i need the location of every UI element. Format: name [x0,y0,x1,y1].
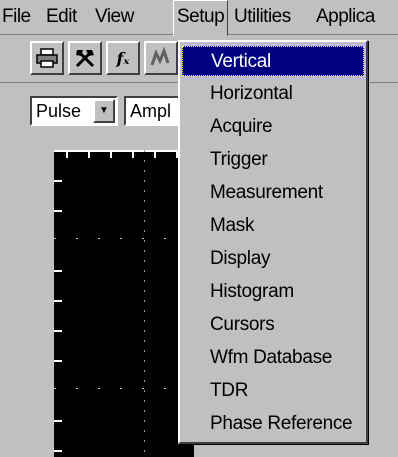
setup-menu-item-vertical[interactable]: Vertical [182,46,364,76]
setup-menu-item-histogram[interactable]: Histogram [182,277,364,307]
amplitude-button-label: Ampl [130,101,172,121]
printer-icon [36,48,58,68]
print-button[interactable] [30,41,64,75]
chevron-down-icon[interactable]: ▼ [93,99,115,123]
setup-menu-item-acquire[interactable]: Acquire [182,112,364,142]
menu-applications[interactable]: Applica [316,0,375,34]
graticule-tick [110,152,112,158]
graticule-side-mark [54,330,62,332]
setup-menu-item-phase-reference[interactable]: Phase Reference [182,409,364,439]
graticule-tick [132,152,134,158]
menu-utilities[interactable]: Utilities [234,0,291,34]
setup-menu: Vertical Horizontal Acquire Trigger Meas… [178,40,368,444]
setup-menu-item-mask[interactable]: Mask [182,211,364,241]
graticule-side-mark [54,300,62,302]
graticule-side-mark [54,420,62,422]
graticule-horizontal-line [54,388,194,389]
tools-button[interactable] [68,41,102,75]
menu-edit[interactable]: Edit [46,0,77,34]
setup-menu-item-trigger[interactable]: Trigger [182,145,364,175]
menu-file[interactable]: File [2,0,31,34]
setup-menu-item-display[interactable]: Display [182,244,364,274]
setup-menu-item-tdr[interactable]: TDR [182,376,364,406]
waveform-icon [150,47,170,66]
graticule-tick [88,152,90,158]
menu-setup[interactable]: Setup [173,0,229,36]
setup-menu-item-measurement[interactable]: Measurement [182,178,364,208]
setup-menu-item-cursors[interactable]: Cursors [182,310,364,340]
mode-select-value: Pulse [36,101,82,121]
graticule-tick [154,152,156,158]
mode-select[interactable]: Pulse ▼ [30,96,118,126]
math-function-button[interactable]: fₓ [106,41,140,75]
fx-icon: fₓ [116,48,130,68]
menu-view[interactable]: View [95,0,134,34]
graticule-side-mark [54,210,62,212]
menu-bar: File Edit View Setup Utilities Applica [0,0,398,36]
graticule-side-mark [54,270,62,272]
waveform-display[interactable] [54,150,194,457]
waveform-button[interactable] [144,41,178,75]
graticule-side-mark [54,360,62,362]
graticule-side-mark [54,450,62,452]
graticule-tick [66,152,68,158]
graticule-side-mark [54,180,62,182]
graticule-top-edge [54,150,194,152]
setup-menu-item-horizontal[interactable]: Horizontal [182,79,364,109]
amplitude-button[interactable]: Ampl [124,96,184,126]
graticule-horizontal-line [54,238,194,239]
graticule-vertical-line [144,150,145,457]
setup-menu-item-wfm-database[interactable]: Wfm Database [182,343,364,373]
tools-icon [75,50,95,68]
